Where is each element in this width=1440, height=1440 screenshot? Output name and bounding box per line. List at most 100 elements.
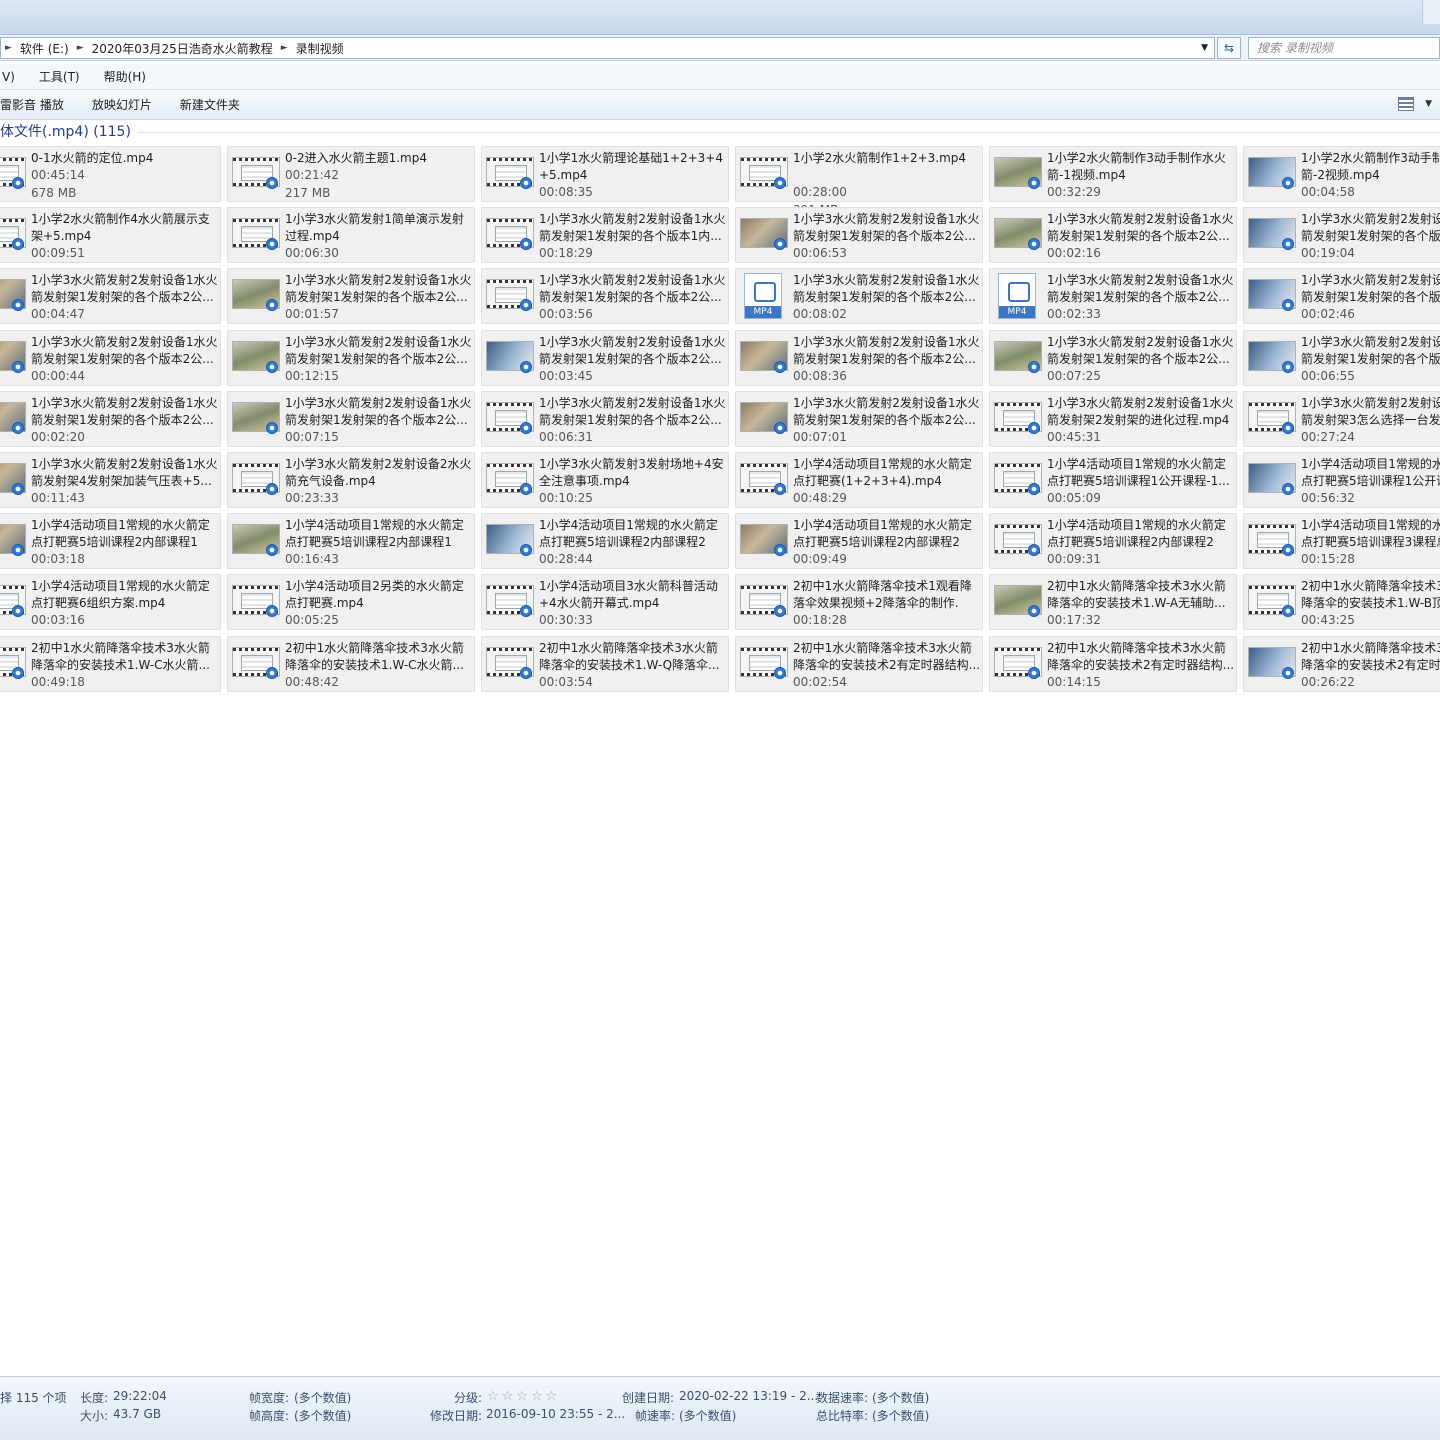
file-tile[interactable]: 1小学4活动项目1常规的水火箭定点打靶赛5培训课程2内部课程1室... 00:16… bbox=[227, 513, 475, 570]
search-input[interactable]: 搜索 录制视频 bbox=[1248, 37, 1440, 59]
file-tile[interactable]: 2初中1水火箭降落伞技术3水火箭降落伞的安装技术1.W-A无辅助... 00:17… bbox=[989, 574, 1237, 631]
file-duration: 00:56:32 bbox=[1301, 491, 1355, 505]
file-tile[interactable]: 1小学3水火箭发射2发射设备1水火箭发射架1发射架的各个版本2公... 00:01… bbox=[227, 268, 475, 325]
frame-height-value: (多个数值) bbox=[294, 1409, 352, 1423]
player-badge-icon bbox=[774, 666, 786, 679]
file-name: 1小学3水火箭发射2发射设备2水火箭充气设备.mp4 bbox=[285, 457, 472, 488]
file-duration: 00:00:44 bbox=[31, 368, 85, 383]
view-options-icon[interactable] bbox=[1398, 97, 1414, 111]
player-badge-icon bbox=[12, 483, 24, 495]
file-tile[interactable]: 1小学3水火箭发射2发射设备1水火箭发射架1发射架的各个版本2公... 00:12… bbox=[227, 329, 475, 386]
file-tile[interactable]: 1小学4活动项目2另类的水火箭定点打靶赛.mp4 00:05:25 bbox=[227, 574, 475, 631]
file-tile[interactable]: 1小学3水火箭发射2发射设备1水火箭发射架3怎么选择一台发... 00:27:24 bbox=[1243, 390, 1440, 447]
file-duration: 00:16:43 bbox=[285, 552, 339, 567]
address-bar[interactable]: ► 软件 (E:) ► 2020年03月25日浩奇水火箭教程 ► 录制视频 ▼ bbox=[0, 37, 1215, 59]
file-tile[interactable]: 1小学3水火箭发射2发射设备1水火箭发射架1发射架的各个版本2公... 00:03… bbox=[481, 329, 729, 386]
file-name: 2初中1水火箭降落伞技术1观看降落伞效果视频+2降落伞的制作.m... bbox=[793, 579, 972, 611]
file-tile[interactable]: 1小学3水火箭发射2发射设备1水火箭发射架2发射架的进化过程.mp4 00:45:… bbox=[989, 390, 1237, 447]
slideshow-button[interactable]: 放映幻灯片 bbox=[92, 96, 152, 113]
player-badge-icon bbox=[12, 666, 24, 679]
scroll-stub[interactable] bbox=[1422, 0, 1440, 24]
breadcrumb-separator: ► bbox=[280, 43, 288, 53]
group-header[interactable]: 体文件(.mp4) (115) bbox=[0, 122, 1440, 142]
file-tile[interactable]: 1小学4活动项目1常规的水火箭定点打靶赛6组织方案.mp4 00:03:16 bbox=[0, 574, 221, 631]
file-tile[interactable]: 1小学3水火箭发射2发射设备1水火箭发射架1发射架的各个版本2公... 00:07… bbox=[989, 329, 1237, 386]
breadcrumb-drive[interactable]: 软件 (E:) bbox=[14, 40, 75, 57]
file-tile[interactable]: 1小学2水火箭制作3动手制作水火箭-1视频.mp4 00:32:29 bbox=[989, 146, 1237, 202]
file-tile[interactable]: 1小学3水火箭发射2发射设备1水火箭发射架1发射架的各个版本2公... 00:06… bbox=[1243, 329, 1440, 386]
file-tile[interactable]: 2初中1水火箭降落伞技术3水火箭降落伞的安装技术1.W-C水火箭... 00:48… bbox=[227, 635, 475, 692]
file-tile[interactable]: MP4 1小学3水火箭发射2发射设备1水火箭发射架1发射架的各个版本2公... 00… bbox=[989, 268, 1237, 325]
rating-stars-icon[interactable]: ☆☆☆☆☆ bbox=[487, 1389, 560, 1404]
new-folder-button[interactable]: 新建文件夹 bbox=[180, 96, 240, 113]
file-tile[interactable]: 1小学3水火箭发射2发射设备1水火箭发射架1发射架的各个版本2公... 00:19… bbox=[1243, 207, 1440, 264]
file-tile[interactable]: 1小学4活动项目1常规的水火箭定点打靶赛5培训课程2内部课程2室... 00:28… bbox=[481, 513, 729, 570]
file-tile[interactable]: 2初中1水火箭降落伞技术3水火箭降落伞的安装技术2有定时器结构... 00:14:… bbox=[989, 635, 1237, 692]
player-badge-icon bbox=[1282, 544, 1294, 557]
file-size: 217 MB bbox=[285, 186, 331, 200]
size-value: 43.7 GB bbox=[113, 1407, 162, 1421]
file-name: 0-2进入水火箭主题1.mp4 bbox=[285, 151, 427, 165]
play-button[interactable]: 雷影音 播放 bbox=[0, 96, 64, 113]
file-name: 2初中1水火箭降落伞技术3水火箭降落伞的安装技术1.W-A无辅助... bbox=[1047, 579, 1226, 611]
file-tile[interactable]: 1小学3水火箭发射2发射设备1水火箭发射架1发射架的各个版本2公... 00:06… bbox=[735, 207, 983, 264]
chevron-down-icon[interactable]: ▼ bbox=[1425, 99, 1432, 109]
file-tile[interactable]: 1小学4活动项目1常规的水火箭定点打靶赛5培训课程1公开课程-1... 00:05… bbox=[989, 452, 1237, 508]
file-tile[interactable]: MP4 1小学3水火箭发射2发射设备1水火箭发射架1发射架的各个版本2公... 00… bbox=[735, 268, 983, 325]
file-tile[interactable]: 1小学3水火箭发射2发射设备1水火箭发射架1发射架的各个版本1内... 00:18… bbox=[481, 207, 729, 264]
file-tile[interactable]: 1小学3水火箭发射2发射设备1水火箭发射架1发射架的各个版本2公... 00:06… bbox=[481, 390, 729, 447]
breadcrumb-folder[interactable]: 2020年03月25日浩奇水火箭教程 bbox=[86, 40, 279, 57]
file-tile[interactable]: 1小学3水火箭发射2发射设备1水火箭发射架1发射架的各个版本2公... 00:02… bbox=[0, 390, 221, 447]
player-badge-icon bbox=[774, 483, 786, 495]
player-badge-icon bbox=[1282, 299, 1294, 312]
file-tile[interactable]: 2初中1水火箭降落伞技术3水火箭降落伞的安装技术1.W-Q降落伞... 00:03… bbox=[481, 635, 729, 692]
file-name: 1小学3水火箭发射2发射设备1水火箭发射架2发射架的进化过程.mp4 bbox=[1047, 395, 1234, 427]
file-tile[interactable]: 1小学3水火箭发射2发射设备1水火箭发射架1发射架的各个版本2公... 00:08… bbox=[735, 329, 983, 386]
file-tile[interactable]: 1小学3水火箭发射3发射场地+4安全注意事项.mp4 00:10:25 bbox=[481, 452, 729, 508]
mp4-badge: MP4 bbox=[999, 306, 1035, 319]
menu-help[interactable]: 帮助(H) bbox=[102, 68, 146, 85]
file-tile[interactable]: 1小学3水火箭发射2发射设备1水火箭发射架1发射架的各个版本2公... 00:00… bbox=[0, 329, 221, 386]
file-tile[interactable]: 0-1水火箭的定位.mp4 00:45:14 678 MB bbox=[0, 146, 221, 202]
file-tile[interactable]: 1小学4活动项目1常规的水火箭定点打靶赛5培训课程3课程总结... 00:15:2… bbox=[1243, 513, 1440, 570]
refresh-icon[interactable]: ⇆ bbox=[1217, 37, 1241, 59]
file-tile[interactable]: 2初中1水火箭降落伞技术3水火箭降落伞的安装技术1.W-C水火箭... 00:49… bbox=[0, 635, 221, 692]
file-tile[interactable]: 1小学4活动项目1常规的水火箭定点打靶赛5培训课程2内部课程2室... 00:09… bbox=[989, 513, 1237, 570]
file-tile[interactable]: 1小学4活动项目1常规的水火箭定点打靶赛5培训课程2内部课程2室... 00:09… bbox=[735, 513, 983, 570]
bit-rate-value: (多个数值) bbox=[872, 1409, 930, 1423]
file-tile[interactable]: 1小学4活动项目1常规的水火箭定点打靶赛5培训课程1公开课程-2... 00:56… bbox=[1243, 452, 1440, 508]
file-tile[interactable]: 2初中1水火箭降落伞技术3水火箭降落伞的安装技术1.W-B顶... 00:43:2… bbox=[1243, 574, 1440, 631]
file-tile[interactable]: 1小学3水火箭发射2发射设备1水火箭发射架1发射架的各个版本2公... 00:03… bbox=[481, 268, 729, 325]
menu-tools[interactable]: 工具(T) bbox=[37, 68, 80, 85]
file-duration: 00:02:20 bbox=[31, 429, 85, 444]
file-tile[interactable]: 1小学2水火箭制作3动手制作水火箭-2视频.mp4 00:04:58 bbox=[1243, 146, 1440, 202]
file-tile[interactable]: 1小学2水火箭制作1+2+3.mp400:28:00391 MB bbox=[735, 146, 983, 217]
file-name: 1小学3水火箭发射2发射设备1水火箭发射架1发射架的各个版本2公... bbox=[793, 334, 980, 366]
file-tile[interactable]: 1小学4活动项目1常规的水火箭定点打靶赛(1+2+3+4).mp4 00:48:2… bbox=[735, 452, 983, 508]
file-tile[interactable]: 1小学4活动项目1常规的水火箭定点打靶赛5培训课程2内部课程1室... 00:03… bbox=[0, 513, 221, 570]
file-tile[interactable]: 0-2进入水火箭主题1.mp4 00:21:42 217 MB bbox=[227, 146, 475, 202]
file-tile[interactable]: 1小学3水火箭发射2发射设备1水火箭发射架1发射架的各个版本2公... 00:07… bbox=[735, 390, 983, 447]
file-name: 1小学3水火箭发射2发射设备1水火箭发射架1发射架的各个版本2公... bbox=[31, 395, 218, 427]
file-name: 1小学3水火箭发射2发射设备1水火箭发射架1发射架的各个版本2公... bbox=[539, 273, 726, 305]
file-tile[interactable]: 2初中1水火箭降落伞技术3水火箭降落伞的安装技术2有定时器... 00:26:22 bbox=[1243, 635, 1440, 692]
file-tile[interactable]: 1小学2水火箭制作4水火箭展示支架+5.mp4 00:09:51 bbox=[0, 207, 221, 264]
file-tile[interactable]: 1小学3水火箭发射2发射设备1水火箭发射架1发射架的各个版本2公... 00:04… bbox=[0, 268, 221, 325]
file-duration: 00:03:45 bbox=[539, 368, 593, 383]
file-tile[interactable]: 1小学3水火箭发射2发射设备1水火箭发射架1发射架的各个版本2公... 00:02… bbox=[989, 207, 1237, 264]
player-badge-icon bbox=[1028, 360, 1040, 373]
file-tile[interactable]: 1小学3水火箭发射1简单演示发射过程.mp4 00:06:30 bbox=[227, 207, 475, 264]
file-tile[interactable]: 1小学4活动项目3水火箭科普活动+4水火箭开幕式.mp4 00:30:33 bbox=[481, 574, 729, 631]
breadcrumb-current[interactable]: 录制视频 bbox=[290, 40, 350, 57]
file-tile[interactable]: 1小学3水火箭发射2发射设备1水火箭发射架4发射架加装气压表+5... 00:11… bbox=[0, 452, 221, 508]
file-tile[interactable]: 1小学3水火箭发射2发射设备1水火箭发射架1发射架的各个版本2公... 00:02… bbox=[1243, 268, 1440, 325]
file-name: 1小学3水火箭发射2发射设备1水火箭发射架1发射架的各个版本2公... bbox=[1301, 273, 1440, 305]
menu-view[interactable]: V) bbox=[0, 70, 15, 84]
file-tile[interactable]: 1小学3水火箭发射2发射设备1水火箭发射架1发射架的各个版本2公... 00:07… bbox=[227, 390, 475, 447]
file-tile[interactable]: 2初中1水火箭降落伞技术1观看降落伞效果视频+2降落伞的制作.m... 00:18… bbox=[735, 574, 983, 631]
file-tile[interactable]: 2初中1水火箭降落伞技术3水火箭降落伞的安装技术2有定时器结构... 00:02:… bbox=[735, 635, 983, 692]
file-tile[interactable]: 1小学1水火箭理论基础1+2+3+4+5.mp4 00:08:35 bbox=[481, 146, 729, 202]
file-name: 1小学3水火箭发射2发射设备1水火箭发射架1发射架的各个版本2公... bbox=[793, 273, 980, 305]
chevron-down-icon[interactable]: ▼ bbox=[1201, 43, 1208, 53]
file-tile[interactable]: 1小学3水火箭发射2发射设备2水火箭充气设备.mp4 00:23:33 bbox=[227, 452, 475, 508]
